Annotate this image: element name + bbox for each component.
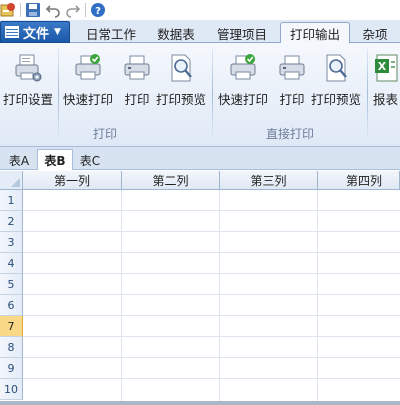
quick-print-label: 快速打印	[63, 92, 114, 107]
svg-text:X: X	[378, 60, 387, 73]
row-header[interactable]: 2	[0, 211, 23, 232]
row-header[interactable]: 1	[0, 190, 23, 211]
report-button[interactable]: X 报表	[373, 51, 400, 108]
row-header[interactable]: 3	[0, 232, 23, 253]
tab-misc[interactable]: 杂项	[354, 23, 396, 43]
printer-icon	[275, 51, 309, 85]
file-tab-label: 文件	[23, 26, 50, 42]
tab-data-table[interactable]: 数据表	[148, 23, 204, 43]
print-preview-icon	[164, 51, 198, 85]
select-all-corner[interactable]	[0, 171, 23, 190]
save-icon[interactable]	[25, 2, 41, 18]
sheet-tab-b[interactable]: 表B	[37, 149, 73, 170]
chevron-down-icon: ▼	[54, 27, 61, 37]
app-logo-icon[interactable]	[0, 2, 16, 18]
group-label-direct-print: 直接打印	[266, 127, 315, 141]
tab-print-output[interactable]: 打印输出	[280, 22, 350, 43]
printer-icon	[120, 51, 154, 85]
grid-line	[23, 252, 400, 253]
sheet-tab-bar: 表A 表B 表C	[0, 147, 400, 170]
quick-print-icon	[226, 51, 260, 85]
group-label-print: 打印	[93, 127, 118, 141]
column-header[interactable]: 第二列	[122, 171, 220, 190]
row-header[interactable]: 9	[0, 358, 23, 379]
row-header[interactable]: 4	[0, 253, 23, 274]
group-divider	[212, 49, 213, 139]
grid-line	[23, 357, 400, 358]
direct-print-preview-button[interactable]: 打印预览	[311, 51, 361, 108]
row-header[interactable]: 5	[0, 274, 23, 295]
grid-line	[23, 231, 400, 232]
data-grid[interactable]: 第一列 第二列 第三列 第四列 1 2 3 4 5 6 7 8 9 10	[0, 171, 400, 405]
column-header[interactable]: 第一列	[23, 171, 122, 190]
grid-line	[317, 190, 318, 405]
column-header[interactable]: 第四列	[318, 171, 400, 190]
row-header[interactable]: 6	[0, 295, 23, 316]
qat-divider	[85, 3, 86, 17]
sheet-tab-c[interactable]: 表C	[75, 150, 105, 170]
group-divider	[58, 49, 59, 139]
row-header-selected[interactable]: 7	[0, 316, 23, 337]
print-preview-label: 打印预览	[156, 92, 207, 107]
undo-icon[interactable]	[45, 2, 61, 18]
group-divider	[367, 49, 368, 139]
file-menu-button[interactable]: 文件 ▼	[0, 21, 70, 43]
direct-print-button[interactable]: 打印	[275, 51, 309, 108]
excel-report-icon: X	[373, 51, 400, 85]
row-header[interactable]: 10	[0, 379, 23, 400]
tab-manage-project[interactable]: 管理项目	[208, 23, 276, 43]
grid-line	[121, 190, 122, 405]
help-icon[interactable]: ?	[90, 2, 106, 18]
direct-print-label: 打印	[279, 92, 305, 107]
qat-divider	[20, 3, 21, 17]
svg-text:?: ?	[95, 6, 101, 17]
row-header[interactable]: 8	[0, 337, 23, 358]
grid-line	[23, 378, 400, 379]
file-menu-icon	[5, 26, 19, 38]
grid-line	[219, 190, 220, 405]
print-preview-icon	[319, 51, 353, 85]
direct-quick-print-button[interactable]: 快速打印	[218, 51, 268, 108]
tab-daily-work[interactable]: 日常工作	[78, 23, 144, 43]
print-settings-button[interactable]: 打印设置	[3, 51, 53, 108]
print-label: 打印	[124, 92, 150, 107]
print-preview-button[interactable]: 打印预览	[156, 51, 206, 108]
grid-line	[23, 210, 400, 211]
direct-print-preview-label: 打印预览	[311, 92, 362, 107]
grid-line	[23, 294, 400, 295]
print-settings-label: 打印设置	[3, 92, 54, 107]
grid-line	[23, 273, 400, 274]
sheet-tab-a[interactable]: 表A	[4, 150, 34, 170]
report-label: 报表	[373, 92, 399, 107]
horizontal-scrollbar[interactable]	[0, 401, 400, 405]
ribbon-tab-bar: 文件 ▼ 日常工作 数据表 管理项目 打印输出 杂项	[0, 20, 400, 43]
quick-access-toolbar: ?	[0, 0, 400, 20]
quick-print-icon	[71, 51, 105, 85]
direct-quick-print-label: 快速打印	[218, 92, 269, 107]
print-settings-icon	[11, 51, 45, 85]
quick-print-button[interactable]: 快速打印	[63, 51, 113, 108]
grid-line	[23, 315, 400, 316]
redo-icon[interactable]	[65, 2, 81, 18]
grid-line	[23, 336, 400, 337]
column-header[interactable]: 第三列	[220, 171, 318, 190]
ribbon-panel: 打印设置 快速打印 打印 打印预览 打印 快速打印 打印 打印预览 直接打印 X…	[0, 43, 400, 147]
print-button[interactable]: 打印	[120, 51, 154, 108]
